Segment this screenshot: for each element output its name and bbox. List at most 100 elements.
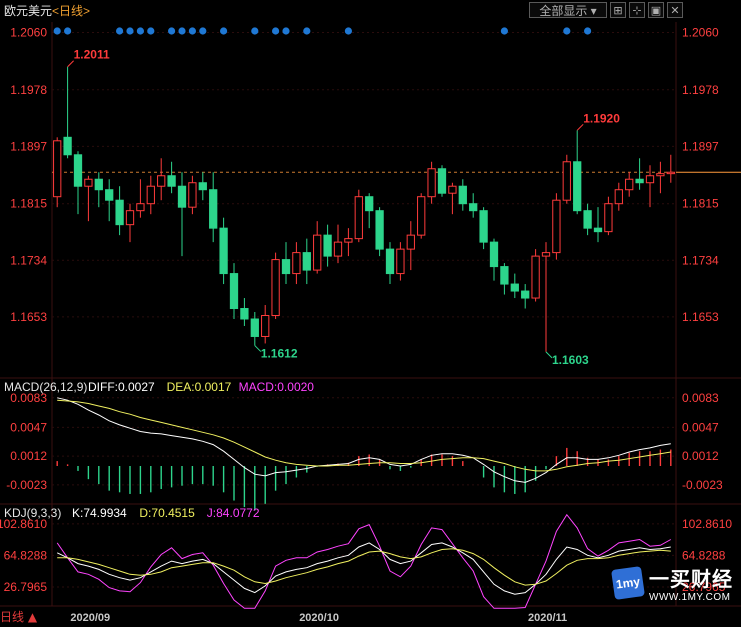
- price-annotation: 1.1603: [552, 353, 589, 367]
- candle-body: [302, 252, 311, 271]
- kdj-readout: D:70.4515: [139, 506, 195, 520]
- date-tick-label: 2020/11: [528, 612, 567, 624]
- candle-body: [396, 248, 405, 275]
- price-axis-tick-right: 1.1978: [682, 83, 719, 97]
- macd-diff-line: [57, 397, 671, 483]
- signal-dot: [563, 27, 571, 35]
- price-axis-tick-left: 1.1653: [10, 310, 47, 324]
- macd-dea-line: [57, 399, 671, 472]
- candle-body: [531, 255, 540, 299]
- signal-dot: [126, 27, 134, 35]
- price-axis-tick-right: 1.1815: [682, 197, 719, 211]
- period-label[interactable]: <日线>: [52, 4, 90, 18]
- price-annotation: 1.1920: [583, 111, 620, 125]
- macd-axis-tick-right: 0.0047: [682, 420, 719, 434]
- period-tab-text: 日线: [0, 610, 25, 624]
- watermark: 1my 一买财经 WWW.1MY.COM: [611, 563, 733, 603]
- signal-dot: [303, 27, 311, 35]
- candle-body: [625, 178, 634, 191]
- signal-dot: [199, 27, 207, 35]
- macd-axis-tick-left: 0.0047: [10, 420, 47, 434]
- show-all-button[interactable]: 全部显示 ▾: [529, 2, 607, 18]
- candle-body: [313, 234, 322, 271]
- candle-body: [489, 241, 499, 268]
- candle-body: [437, 168, 447, 194]
- macd-readout: DIFF:0.0027: [88, 380, 155, 394]
- price-axis-tick-right: 1.1897: [682, 139, 719, 153]
- kdj-readout: J:84.0772: [207, 506, 260, 520]
- candle-body: [365, 196, 374, 212]
- candle-body: [105, 189, 114, 201]
- candle-body: [427, 168, 436, 198]
- candle-body: [323, 234, 332, 257]
- window-icon[interactable]: ▣: [648, 2, 664, 18]
- price-axis-tick-left: 1.1897: [10, 139, 47, 153]
- chart-canvas: 1.2060 1.2060 1.1978 1.1978 1.1897 1.1897 1.18…: [0, 4, 741, 624]
- candle-body: [73, 154, 83, 187]
- candle-body: [593, 227, 603, 233]
- show-all-label: 全部显示: [539, 4, 588, 18]
- signal-dot: [136, 27, 144, 35]
- period-tab-label[interactable]: 日线 ▲: [0, 608, 37, 625]
- kdj-d-line: [57, 548, 671, 586]
- price-annotation: 1.1612: [261, 347, 298, 361]
- brand-logo-icon: 1my: [611, 566, 645, 600]
- candle-body: [344, 238, 353, 243]
- signal-dot: [168, 27, 176, 35]
- candle-body: [53, 140, 62, 198]
- candle-body: [229, 273, 239, 310]
- macd-axis-tick-right: 0.0083: [682, 391, 719, 405]
- candle-body: [469, 203, 478, 212]
- candle-body: [177, 185, 187, 208]
- price-axis-tick-left: 1.1734: [10, 253, 47, 267]
- candle-body: [385, 248, 395, 275]
- kdj-axis-tick-left: 26.7965: [4, 580, 48, 594]
- candle-body: [635, 178, 644, 184]
- zoom-fit-icon[interactable]: ⊞: [610, 2, 626, 18]
- signal-dot: [53, 27, 61, 35]
- candle-body: [146, 185, 155, 205]
- signal-dot: [116, 27, 124, 35]
- signal-dot: [178, 27, 186, 35]
- candle-body: [281, 259, 291, 275]
- candle-body: [666, 171, 675, 175]
- price-axis-tick-right: 1.2060: [682, 25, 719, 39]
- candle-body: [333, 241, 343, 257]
- candle-body: [250, 318, 259, 337]
- close-icon[interactable]: ✕: [667, 2, 683, 18]
- candle-body: [375, 210, 384, 250]
- macd-axis-tick-left: -0.0023: [6, 478, 47, 492]
- kdj-title: KDJ(9,3,3): [4, 506, 61, 520]
- candle-body: [552, 199, 561, 254]
- candle-body: [656, 173, 665, 177]
- kdj-axis-tick-right: 64.8288: [682, 548, 726, 562]
- macd-axis-tick-right: -0.0023: [682, 478, 723, 492]
- symbol-title: 欧元美元: [4, 4, 52, 18]
- price-axis-tick-left: 1.1815: [10, 197, 47, 211]
- crosshair-icon[interactable]: ⊹: [629, 2, 645, 18]
- signal-dot: [272, 27, 280, 35]
- candle-body: [292, 252, 301, 275]
- kdj-axis-tick-left: 64.8288: [4, 548, 48, 562]
- candle-body: [271, 259, 280, 317]
- candle-body: [583, 210, 592, 229]
- signal-dot: [500, 27, 508, 35]
- signal-dot: [188, 27, 196, 35]
- macd-title: MACD(26,12,9): [4, 380, 87, 394]
- candle-body: [188, 182, 197, 208]
- macd-axis-tick-right: 0.0012: [682, 449, 719, 463]
- price-annotation: 1.2011: [74, 48, 110, 62]
- brand-url: WWW.1MY.COM: [649, 592, 731, 603]
- candle-body: [198, 182, 207, 191]
- candle-body: [541, 252, 551, 257]
- macd-readout: MACD:0.0020: [239, 380, 315, 394]
- macd-panel[interactable]: 0.0083 0.00830.0047 0.00470.0012 0.0012-0.0…: [6, 391, 723, 511]
- candle-body: [604, 203, 613, 233]
- price-panel[interactable]: 1.2060 1.2060 1.1978 1.1978 1.1897 1.1897 1.18…: [10, 25, 741, 367]
- kdj-readout: K:74.9934: [72, 506, 127, 520]
- candle-body: [510, 283, 519, 292]
- candle-body: [240, 308, 249, 320]
- signal-dot: [282, 27, 290, 35]
- candle-body: [209, 189, 218, 229]
- candle-body: [645, 175, 655, 184]
